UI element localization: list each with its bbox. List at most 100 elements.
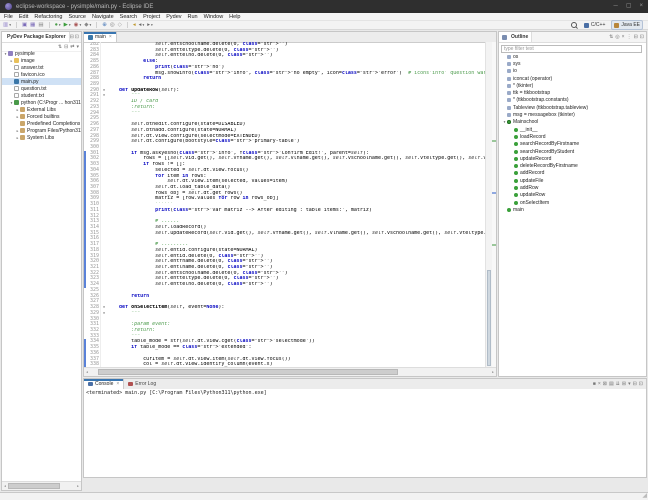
hide-fields-icon[interactable]: ◎	[615, 33, 619, 42]
explorer-item-predefined-completions[interactable]: Predefined Completions	[2, 120, 81, 127]
maximize-view-icon[interactable]: ⊡	[75, 33, 79, 42]
outline-item-updaterow[interactable]: updateRow	[499, 192, 646, 199]
maximize-view-icon[interactable]: ⊡	[640, 33, 644, 42]
explorer-item-python-c-progr-hon311[interactable]: ▾ python (C:\Progr ... hon311...	[2, 99, 81, 106]
outline-item-init[interactable]: __init__	[499, 126, 646, 133]
code-area[interactable]: 282 self.entschoolname.delete(0, class="…	[84, 42, 485, 368]
outline-item-onselectitem[interactable]: onSelectItem	[499, 199, 646, 206]
search-icon[interactable]	[570, 22, 577, 28]
menu-search[interactable]: Search	[120, 14, 137, 20]
menu-file[interactable]: File	[4, 14, 13, 20]
explorer-item-external-libs[interactable]: ▸ External Libs	[2, 106, 81, 113]
menu-window[interactable]: Window	[204, 14, 224, 20]
menu-edit[interactable]: Edit	[19, 14, 28, 20]
close-icon[interactable]: ×	[109, 34, 112, 40]
outline-item-loadrecord[interactable]: loadRecord	[499, 133, 646, 140]
outline-item-ttkbootstrap-constants[interactable]: * (ttkbootstrap.constants)	[499, 97, 646, 104]
menu-source[interactable]: Source	[69, 14, 86, 20]
explorer-item-student-txt[interactable]: student.txt	[2, 92, 81, 99]
close-button[interactable]: ×	[639, 0, 643, 13]
view-menu-icon[interactable]: ⋮	[627, 33, 632, 42]
explorer-item-pysimple[interactable]: ▾ pysimple	[2, 50, 81, 57]
new-module-icon[interactable]: ⊕	[102, 22, 107, 29]
last-edit-location-icon[interactable]: ◂	[133, 22, 136, 29]
forward-icon[interactable]: ▸ ▾	[147, 22, 153, 29]
scroll-lock-icon[interactable]: ▤	[609, 380, 614, 389]
maximize-view-icon[interactable]: ⊡	[639, 380, 643, 389]
explorer-item-main-py[interactable]: main.py	[2, 78, 81, 85]
tab-main[interactable]: main ×	[84, 32, 117, 42]
outline-item-mainschool[interactable]: ▾ Mainschool	[499, 119, 646, 126]
outline-item-ttk-ttkbootstrap[interactable]: ttk = ttkbootstrap	[499, 89, 646, 96]
scroll-track[interactable]	[8, 483, 75, 489]
outline-item-msg-messagebox-tkinter[interactable]: msg = messagebox (tkinter)	[499, 111, 646, 118]
menu-refactoring[interactable]: Refactoring	[34, 14, 62, 20]
outline-item-addrecord[interactable]: addRecord	[499, 170, 646, 177]
menu-pydev[interactable]: Pydev	[166, 14, 181, 20]
outline-item-io[interactable]: io	[499, 68, 646, 75]
pin-console-icon[interactable]: ⊞	[622, 380, 626, 389]
explorer-item-program-files-python311[interactable]: ▸Program Files/Python311...	[2, 127, 81, 134]
menu-help[interactable]: Help	[229, 14, 240, 20]
explorer-item-system-libs[interactable]: ▸ System Libs	[2, 134, 81, 141]
scroll-right-icon[interactable]: ▸	[75, 484, 81, 488]
tab-outline[interactable]: Outline	[499, 32, 533, 42]
sort-icon[interactable]: ⇅	[609, 33, 613, 42]
print-icon[interactable]: ▤	[38, 22, 43, 29]
annotation-icon[interactable]: ◇	[118, 22, 122, 29]
external-tools-icon[interactable]: ◆ ▾	[84, 22, 91, 29]
explorer-item-forced-builtins[interactable]: ▸ Forced builtins	[2, 113, 81, 120]
tab-pydev-package-explorer[interactable]: PyDev Package Explorer ×	[2, 32, 70, 42]
maximize-button[interactable]: ▢	[626, 0, 632, 13]
outline-item-sys[interactable]: sys	[499, 60, 646, 67]
scroll-thumb[interactable]	[98, 369, 398, 375]
outline-item-main[interactable]: main	[499, 206, 646, 213]
hide-static-icon[interactable]: ×	[622, 33, 625, 42]
new-wizard-icon[interactable]: ▥ ▾	[3, 22, 11, 29]
remove-all-launches-icon[interactable]: ⊠	[603, 380, 607, 389]
perspective-java-ee[interactable]: Java EE	[611, 20, 643, 30]
debug-icon[interactable]: ● ▾	[55, 22, 61, 29]
menu-navigate[interactable]: Navigate	[92, 14, 114, 20]
terminate-icon[interactable]: ■	[593, 380, 596, 389]
outline-filter-input[interactable]	[501, 45, 642, 53]
scroll-track[interactable]	[90, 369, 490, 375]
outline-item-iconcat-operator[interactable]: iconcat (operator)	[499, 75, 646, 82]
menu-run[interactable]: Run	[188, 14, 198, 20]
outline-item-deleterecordbyfirstname[interactable]: deleteRecordByFirstname	[499, 162, 646, 169]
remove-launch-icon[interactable]: ×	[598, 380, 601, 389]
console-body[interactable]: <terminated> main.py [C:\Program Files\P…	[84, 389, 646, 477]
outline-item-addrow[interactable]: addRow	[499, 184, 646, 191]
explorer-item-favicon-ico[interactable]: favicon.ico	[2, 71, 81, 78]
outline-item-tkinter[interactable]: * (tkinter)	[499, 82, 646, 89]
explorer-hscrollbar[interactable]: ◂ ▸	[2, 481, 81, 490]
explorer-item-image[interactable]: ▸ image	[2, 57, 81, 64]
console-menu-icon[interactable]: ▾	[628, 380, 631, 389]
minimize-view-icon[interactable]: ⊟	[70, 33, 74, 42]
word-wrap-icon[interactable]: ⇊	[616, 380, 620, 389]
explorer-item-answer-txt[interactable]: answer.txt	[2, 64, 81, 71]
tab-console[interactable]: Console ×	[84, 379, 125, 389]
overview-ruler[interactable]	[492, 42, 496, 368]
resize-grip-icon[interactable]: ◢	[642, 493, 647, 500]
outline-item-searchrecordbystudent[interactable]: searchRecordByStudent	[499, 148, 646, 155]
search-tool-icon[interactable]: ◎	[110, 22, 115, 29]
perspective-c-c[interactable]: C/C++	[581, 20, 608, 30]
tab-error-log[interactable]: Error Log	[124, 379, 160, 389]
editor-vscrollbar[interactable]	[485, 42, 492, 368]
back-icon[interactable]: ◂ ▾	[139, 22, 145, 29]
save-icon[interactable]: ▣	[22, 22, 27, 29]
scroll-right-icon[interactable]: ▸	[490, 370, 496, 374]
minimize-view-icon[interactable]: ⊟	[634, 33, 638, 42]
menu-project[interactable]: Project	[143, 14, 160, 20]
outline-item-searchrecordbyfirstname[interactable]: searchRecordByFirstname	[499, 141, 646, 148]
minimize-button[interactable]: ─	[614, 0, 618, 13]
outline-item-updatefile[interactable]: updateFile	[499, 177, 646, 184]
editor-hscrollbar[interactable]: ◂ ▸	[84, 367, 496, 376]
coverage-icon[interactable]: ◉ ▾	[74, 22, 82, 29]
close-icon[interactable]: ×	[116, 381, 119, 387]
save-all-icon[interactable]: ▦	[30, 22, 35, 29]
scroll-thumb[interactable]	[487, 270, 491, 366]
scroll-thumb[interactable]	[8, 483, 60, 489]
outline-item-updaterecord[interactable]: updateRecord	[499, 155, 646, 162]
